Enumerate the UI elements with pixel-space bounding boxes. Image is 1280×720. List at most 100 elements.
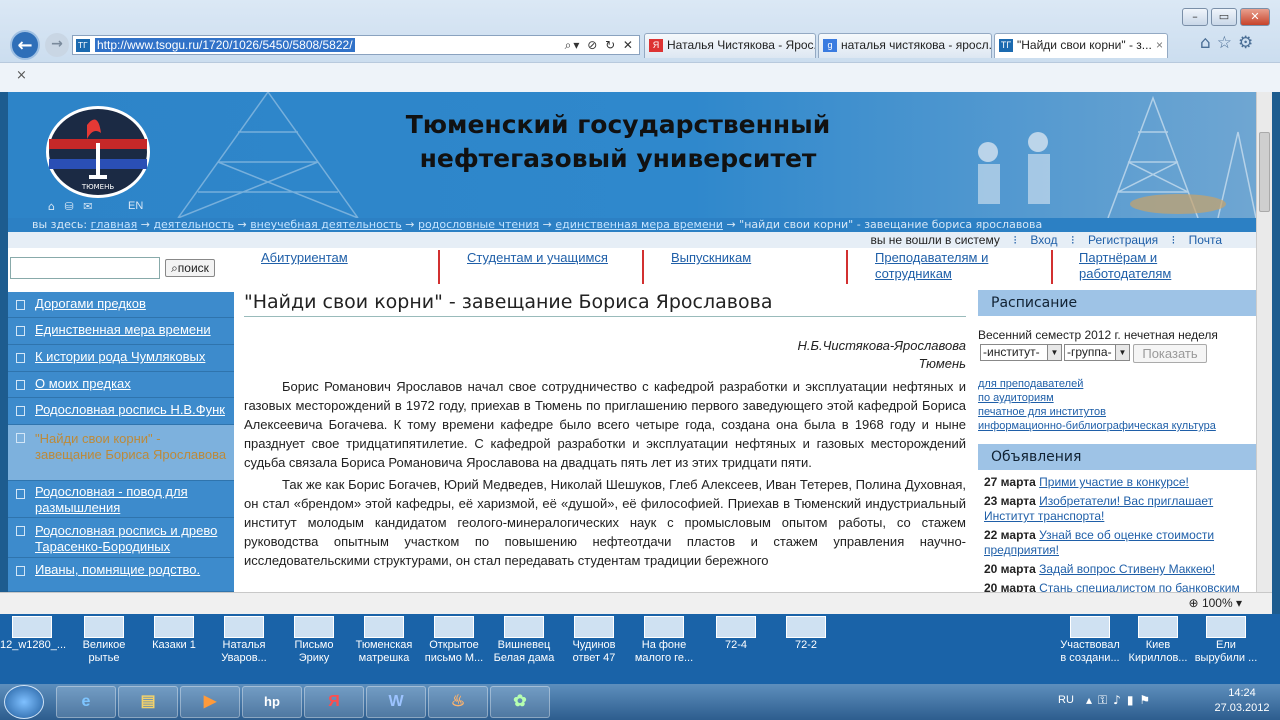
minimize-button[interactable]: –: [1182, 8, 1208, 26]
sidebar-menu: Дорогами предков Единственная мера време…: [8, 292, 234, 592]
scrollbar-thumb[interactable]: [1259, 132, 1270, 212]
article-author: Н.Б.Чистякова-Ярославова: [797, 338, 966, 353]
desktop-icon[interactable]: На фоне малого ге...: [632, 614, 696, 665]
desktop-icon[interactable]: Чудинов ответ 47: [562, 614, 626, 665]
desktop-icon[interactable]: Киев Кириллов...: [1126, 614, 1190, 665]
clock[interactable]: 14:24 27.03.2012: [1212, 686, 1272, 716]
desktop-icon[interactable]: Великое рытье: [72, 614, 136, 665]
home-favorites-settings-icon[interactable]: ⌂☆⚙: [1200, 33, 1259, 53]
register-link[interactable]: ⁝ Регистрация: [1071, 233, 1158, 247]
schedule-link-library[interactable]: информационно-библиографическая культура: [978, 419, 1256, 433]
start-button[interactable]: [4, 685, 44, 719]
home-sitemap-mail-icons[interactable]: ⌂ ⛁ ✉: [48, 200, 95, 213]
maximize-button[interactable]: ▭: [1211, 8, 1237, 26]
chevron-down-icon: ▼: [1047, 345, 1061, 360]
sidebar-item-measure-of-time[interactable]: Единственная мера времени: [8, 318, 234, 345]
zoom-level[interactable]: ⊕ 100% ▾: [1189, 593, 1242, 613]
login-bar: вы не вошли в систему ⁝ Вход ⁝ Регистрац…: [8, 232, 1256, 248]
browser-chrome: – ▭ ✕ ← → ТГ http://www.tsogu.ru/1720/10…: [0, 0, 1280, 92]
breadcrumb-link-activity[interactable]: деятельность: [153, 218, 234, 231]
desktop: 12_w1280_... Великое рытье Казаки 1 Ната…: [0, 614, 1280, 684]
oil-rig-graphic: [978, 95, 1256, 218]
language-indicator[interactable]: RU: [1058, 694, 1074, 706]
breadcrumb-current: "найди свои корни" - завещание бориса яр…: [739, 218, 1043, 231]
desktop-icon[interactable]: Ели вырубили ...: [1194, 614, 1258, 665]
sidebar-item-current[interactable]: "Найди свои корни" - завещание Бориса Яр…: [8, 425, 234, 481]
desktop-icon[interactable]: 72-4: [704, 614, 768, 652]
institute-select[interactable]: -институт- ▼: [980, 344, 1062, 361]
breadcrumb-link-measure[interactable]: единственная мера времени: [555, 218, 723, 231]
news-item: 27 марта Прими участие в конкурсе!: [984, 475, 1189, 489]
sidebar-item-my-ancestors[interactable]: О моих предках: [8, 372, 234, 398]
word-taskbar-icon[interactable]: W: [366, 686, 426, 718]
forward-button[interactable]: →: [45, 33, 69, 57]
sidebar-item-funk[interactable]: Родословная роспись Н.В.Функ: [8, 398, 234, 425]
breadcrumb-link-home[interactable]: главная: [91, 218, 138, 231]
schedule-link-rooms[interactable]: по аудиториям: [978, 391, 1256, 405]
tab-3-active[interactable]: ТГ "Найди свои корни" - з... ×: [994, 33, 1168, 58]
desktop-icon[interactable]: Казаки 1: [142, 614, 206, 652]
close-tab-button[interactable]: ×: [1156, 34, 1163, 56]
mail-link[interactable]: ⁝ Почта: [1172, 233, 1222, 247]
semester-text: Весенний семестр 2012 г. нечетная неделя: [978, 328, 1218, 342]
nav-students[interactable]: Студентам и учащимся: [467, 250, 637, 284]
close-window-button[interactable]: ✕: [1240, 8, 1270, 26]
app-taskbar-icon[interactable]: ♨: [428, 686, 488, 718]
group-select[interactable]: -группа- ▼: [1064, 344, 1130, 361]
nav-separator: [438, 250, 440, 284]
desktop-icon[interactable]: 12_w1280_...: [0, 614, 66, 652]
close-bar-button[interactable]: ×: [16, 68, 27, 83]
desktop-icon[interactable]: Вишневец Белая дама: [492, 614, 556, 665]
schedule-link-print[interactable]: печатное для институтов: [978, 405, 1256, 419]
ie-taskbar-icon[interactable]: e: [56, 686, 116, 718]
desktop-icon[interactable]: Письмо Эрику: [282, 614, 346, 665]
news-link[interactable]: Задай вопрос Стивену Маккею!: [1039, 562, 1215, 576]
breadcrumb-link-extracurricular[interactable]: внеучебная деятельность: [250, 218, 402, 231]
breadcrumb-link-readings[interactable]: родословные чтения: [418, 218, 539, 231]
desktop-icon[interactable]: Тюменская матрешка: [352, 614, 416, 665]
tower-graphic: [177, 92, 359, 218]
sidebar-item-tarasenko[interactable]: Родословная роспись и древо Тарасенко-Бо…: [8, 518, 234, 558]
desktop-icon[interactable]: Открытое письмо М...: [422, 614, 486, 665]
show-schedule-button[interactable]: Показать: [1133, 344, 1207, 363]
nav-graduates[interactable]: Выпускникам: [671, 250, 841, 284]
tab-1[interactable]: Я Наталья Чистякова - Ярос...: [644, 33, 816, 58]
explorer-taskbar-icon[interactable]: ▤: [118, 686, 178, 718]
desktop-icon[interactable]: 72-2: [774, 614, 838, 652]
nav-applicants[interactable]: Абитуриентам: [261, 250, 431, 284]
university-logo[interactable]: ТЮМЕНЬ: [46, 106, 150, 198]
vertical-scrollbar[interactable]: [1256, 92, 1272, 592]
url-text[interactable]: http://www.tsogu.ru/1720/1026/5450/5808/…: [95, 38, 355, 52]
site-favicon: ТГ: [999, 39, 1013, 52]
back-button[interactable]: ←: [10, 30, 40, 60]
lang-switch-en[interactable]: EN: [128, 200, 143, 212]
sidebar-item-ancestors-roads[interactable]: Дорогами предков: [8, 292, 234, 318]
nav-separator: [846, 250, 848, 284]
sidebar-item-chumlyakov[interactable]: К истории рода Чумляковых: [8, 345, 234, 372]
desktop-icon[interactable]: Наталья Уваров...: [212, 614, 276, 665]
address-bar[interactable]: ТГ http://www.tsogu.ru/1720/1026/5450/58…: [72, 35, 640, 55]
nav-staff[interactable]: Преподавателям и сотрудникам: [875, 250, 1045, 284]
news-link[interactable]: Прими участие в конкурсе!: [1039, 475, 1189, 489]
tab-2[interactable]: g наталья чистякова - яросл...: [818, 33, 992, 58]
sidebar-item-reflection[interactable]: Родословная - повод для размышления: [8, 481, 234, 518]
app-taskbar-icon[interactable]: ✿: [490, 686, 550, 718]
search-input[interactable]: [10, 257, 160, 279]
news-item: 22 марта Узнай все об оценке стоимости п…: [984, 528, 1215, 557]
yandex-taskbar-icon[interactable]: Я: [304, 686, 364, 718]
right-column: Расписание Весенний семестр 2012 г. нече…: [978, 290, 1256, 592]
tray-icons[interactable]: ▴⚿♪▮⚑: [1086, 693, 1156, 708]
chevron-down-icon: ▼: [1115, 345, 1129, 360]
login-status: вы не вошли в систему: [870, 233, 1000, 247]
login-link[interactable]: ⁝ Вход: [1013, 233, 1057, 247]
hp-taskbar-icon[interactable]: hp: [242, 686, 302, 718]
desktop-icon[interactable]: Участвовал в создани...: [1058, 614, 1122, 665]
media-taskbar-icon[interactable]: ▶: [180, 686, 240, 718]
address-controls-icon[interactable]: ⌕▾ ⊘ ↻ ✕: [565, 38, 635, 53]
web-page: ТЮМЕНЬ ⌂ ⛁ ✉ EN Тюменский государственны…: [8, 92, 1256, 592]
nav-partners[interactable]: Партнёрам и работодателям: [1079, 250, 1249, 284]
schedule-heading: Расписание: [978, 290, 1256, 316]
schedule-link-teachers[interactable]: для преподавателей: [978, 377, 1256, 391]
sidebar-item-ivany[interactable]: Иваны, помнящие родство.: [8, 558, 234, 592]
search-button[interactable]: ⌕поиск: [165, 259, 215, 277]
